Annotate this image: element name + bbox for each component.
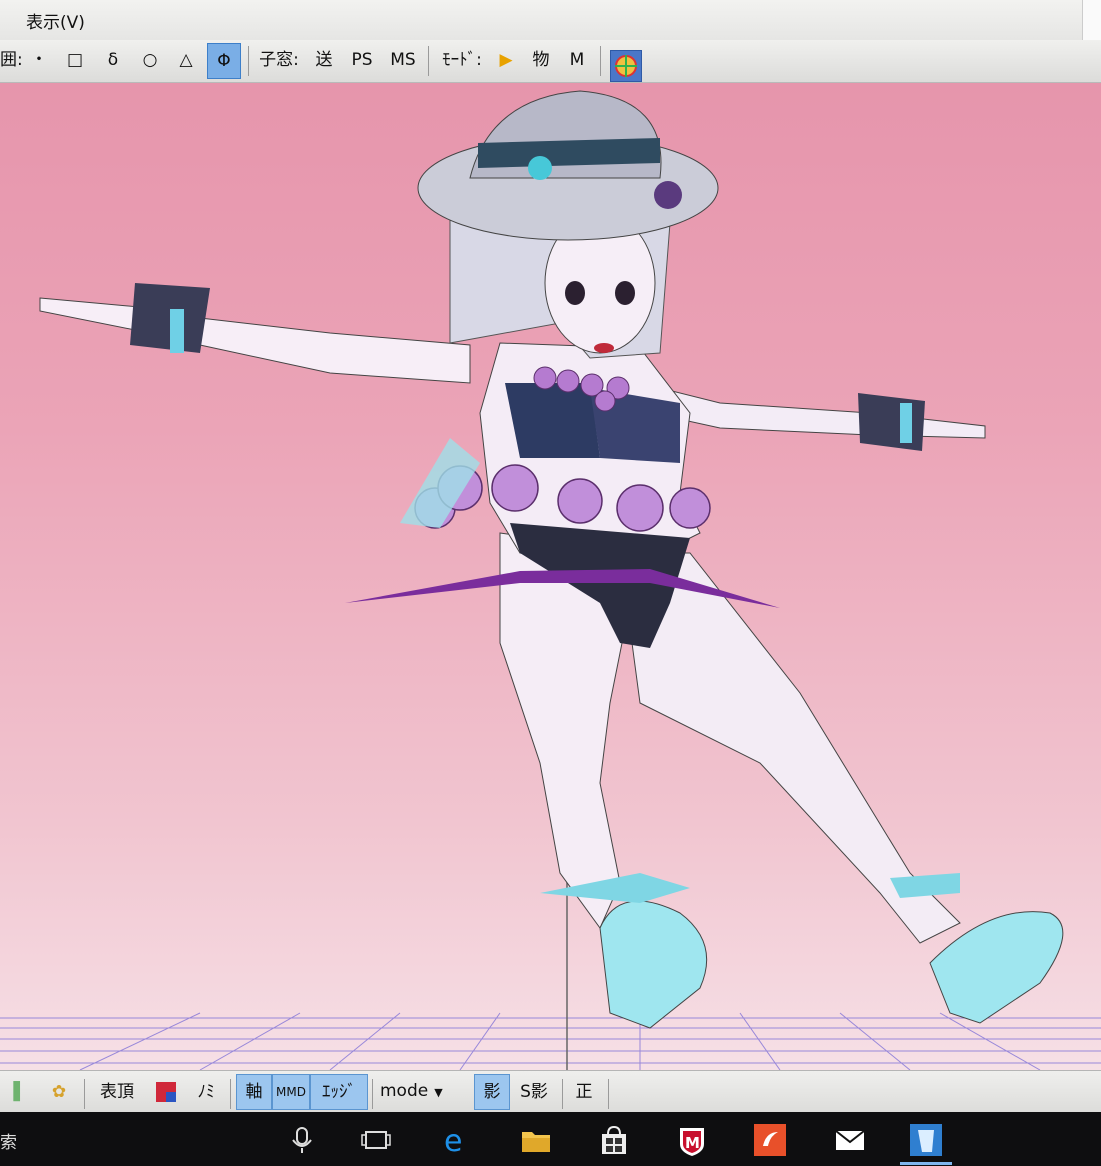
store-icon[interactable] bbox=[594, 1120, 634, 1160]
window-edge bbox=[1082, 0, 1101, 40]
active-app-indicator bbox=[900, 1162, 952, 1165]
menu-bar: 表示(V) bbox=[0, 0, 1101, 41]
left-arm bbox=[39, 297, 471, 384]
bottom-toolbar: ▌ ✿ 表頂 ﾉﾐ 軸 MMD ｴｯｼﾞ mode ▼ 影 S影 正 bbox=[0, 1070, 1101, 1113]
select-square-button[interactable]: □ bbox=[62, 40, 88, 80]
child-window-label: 子窓: bbox=[259, 50, 299, 70]
floor-grid bbox=[0, 1012, 1101, 1070]
select-delta-button[interactable]: δ bbox=[100, 40, 126, 80]
mcafee-icon[interactable]: M bbox=[672, 1120, 712, 1160]
toolbar-divider bbox=[372, 1079, 373, 1109]
select-dot-button[interactable]: ・ bbox=[28, 40, 50, 80]
microphone-icon[interactable] bbox=[282, 1120, 322, 1160]
object-mode-button[interactable]: 物 bbox=[528, 40, 554, 80]
taskbar: 索 e M bbox=[0, 1112, 1101, 1166]
menu-view[interactable]: 表示(V) bbox=[26, 8, 85, 33]
green-marker-icon[interactable]: ▌ bbox=[8, 1071, 32, 1113]
play-icon[interactable]: ▶ bbox=[494, 40, 518, 80]
select-phi-button[interactable]: Φ bbox=[207, 43, 241, 79]
self-shadow-button[interactable]: S影 bbox=[514, 1071, 554, 1113]
character-model bbox=[39, 90, 1064, 1029]
edge-browser-icon[interactable]: e bbox=[436, 1120, 476, 1160]
toolbar-divider bbox=[562, 1079, 563, 1109]
axis-button[interactable]: 軸 bbox=[236, 1074, 272, 1110]
mode-label: ﾓｰﾄﾞ: bbox=[442, 50, 482, 70]
ps-button[interactable]: PS bbox=[346, 40, 378, 80]
toolbar-divider bbox=[608, 1079, 609, 1109]
select-range-label: 囲: bbox=[0, 50, 23, 70]
toolbar-divider bbox=[600, 46, 601, 76]
m-mode-button[interactable]: M bbox=[564, 40, 590, 80]
color-swatch-icon[interactable] bbox=[154, 1071, 178, 1113]
view-cube-icon[interactable] bbox=[610, 50, 642, 82]
select-circle-button[interactable]: ○ bbox=[136, 40, 164, 80]
gear-icon[interactable]: ✿ bbox=[46, 1071, 72, 1113]
mmd-button[interactable]: MMD bbox=[272, 1074, 310, 1110]
left-shoe bbox=[599, 900, 708, 1029]
vertex-button[interactable]: 表頂 bbox=[92, 1071, 142, 1113]
mail-icon[interactable] bbox=[830, 1120, 870, 1160]
right-wrist-cuff bbox=[858, 393, 925, 451]
toolbar-divider bbox=[248, 46, 249, 76]
toolbar-divider bbox=[84, 1079, 85, 1109]
mode-dropdown[interactable]: mode ▼ bbox=[380, 1077, 462, 1105]
shadow-button[interactable]: 影 bbox=[474, 1074, 510, 1110]
search-box-fragment[interactable]: 索 bbox=[0, 1128, 17, 1153]
normal-button[interactable]: ﾉﾐ bbox=[190, 1071, 222, 1113]
svg-text:e: e bbox=[444, 1124, 462, 1159]
task-view-icon[interactable] bbox=[356, 1120, 396, 1160]
chevron-down-icon: ▼ bbox=[434, 1086, 443, 1099]
front-view-button[interactable]: 正 bbox=[568, 1071, 600, 1113]
edge-button[interactable]: ｴｯｼﾞ bbox=[310, 1074, 368, 1110]
3d-viewport[interactable] bbox=[0, 83, 1101, 1070]
select-triangle-button[interactable]: △ bbox=[172, 40, 200, 80]
svg-text:M: M bbox=[685, 1134, 700, 1152]
mode-dropdown-value: mode bbox=[380, 1081, 429, 1101]
file-explorer-icon[interactable] bbox=[516, 1120, 556, 1160]
ms-button[interactable]: MS bbox=[386, 40, 420, 80]
top-toolbar: 囲: ・ □ δ ○ △ Φ 子窓: 送 PS MS ﾓｰﾄﾞ: ▶ 物 M bbox=[0, 40, 1101, 83]
pmx-editor-icon[interactable] bbox=[906, 1120, 946, 1160]
app-orange-icon[interactable] bbox=[750, 1120, 790, 1160]
toolbar-divider bbox=[428, 46, 429, 76]
send-button[interactable]: 送 bbox=[310, 40, 338, 80]
toolbar-divider bbox=[230, 1079, 231, 1109]
